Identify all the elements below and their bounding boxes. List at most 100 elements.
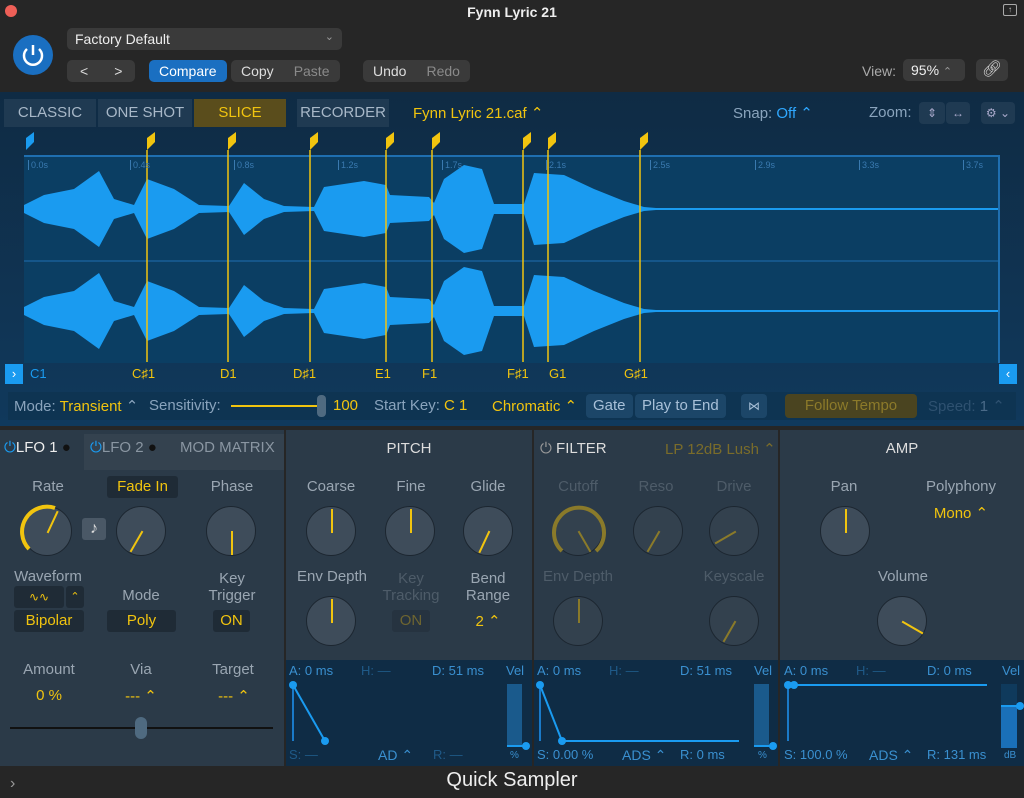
- fade-in-knob[interactable]: [116, 506, 166, 556]
- slice-marker-flag[interactable]: [548, 132, 556, 150]
- prev-preset-button[interactable]: <: [67, 60, 101, 82]
- compare-button[interactable]: Compare: [149, 60, 227, 82]
- time-tick: 1.2s: [338, 160, 358, 170]
- sensitivity-value: 100: [333, 397, 359, 414]
- chevron-right-icon: ›: [11, 366, 17, 381]
- undo-button[interactable]: Undo: [363, 60, 416, 82]
- sample-file-select[interactable]: Fynn Lyric 21.caf ⌃: [413, 104, 543, 122]
- stepper-icon: ⌃: [125, 398, 139, 415]
- bend-range-select[interactable]: 2 ⌃: [464, 612, 512, 630]
- slice-marker-flag[interactable]: [147, 132, 155, 150]
- polarity-select[interactable]: Bipolar: [14, 610, 84, 632]
- gate-button[interactable]: Gate: [586, 394, 633, 418]
- fade-in-button[interactable]: Fade In: [107, 476, 178, 498]
- pan-knob[interactable]: [820, 506, 870, 556]
- expand-right-button[interactable]: ‹: [999, 364, 1017, 384]
- view-zoom-select[interactable]: 95% ⌃: [903, 59, 965, 81]
- slice-controls: Mode: Transient ⌃ Sensitivity: 100 Start…: [8, 392, 1016, 420]
- zoom-vertical-icon: ⇕: [926, 106, 938, 120]
- slice-marker-flag[interactable]: [432, 132, 440, 150]
- mode-value: Transient: [59, 398, 122, 415]
- preset-dropdown[interactable]: Factory Default ⌄: [67, 28, 342, 50]
- settings-button[interactable]: ⚙ ⌄: [981, 102, 1015, 124]
- polyphony-label: Polyphony: [925, 478, 997, 495]
- target-select[interactable]: --- ⌃: [208, 687, 260, 705]
- filter-env-depth-label: Env Depth: [542, 568, 614, 585]
- polyphony-select[interactable]: Mono ⌃: [918, 504, 1004, 522]
- power-icon: [22, 45, 44, 66]
- tab-mod-matrix[interactable]: MOD MATRIX: [180, 439, 275, 456]
- tab-one-shot[interactable]: ONE SHOT: [98, 99, 192, 127]
- time-tick: 3.7s: [963, 160, 983, 170]
- key-trigger-toggle[interactable]: ON: [213, 610, 250, 632]
- pitch-envelope[interactable]: A: 0 ms H: — D: 51 ms Vel S: — AD ⌃ R: —…: [286, 660, 532, 766]
- volume-label: Volume: [877, 568, 929, 585]
- lfo-mode-select[interactable]: Poly: [107, 610, 176, 632]
- power-button[interactable]: [13, 35, 53, 75]
- link-button[interactable]: 🔗︎: [976, 59, 1008, 81]
- phase-knob[interactable]: [206, 506, 256, 556]
- drive-knob[interactable]: [709, 506, 759, 556]
- sensitivity-slider[interactable]: [231, 405, 323, 407]
- sensitivity-label: Sensitivity:: [149, 397, 221, 414]
- reverse-button[interactable]: ⋈: [741, 394, 767, 418]
- bowtie-icon: ⋈: [748, 399, 760, 413]
- start-key-select[interactable]: Start Key: C 1: [374, 397, 467, 414]
- follow-tempo-button[interactable]: Follow Tempo: [785, 394, 917, 418]
- rate-knob[interactable]: [20, 504, 72, 556]
- zoom-vertical-button[interactable]: ⇕: [919, 102, 945, 124]
- slice-mode-select[interactable]: Mode: Transient ⌃: [14, 397, 138, 415]
- window-title: Fynn Lyric 21: [467, 4, 557, 20]
- filter-type-select[interactable]: LP 12dB Lush ⌃: [665, 440, 776, 458]
- waveform-stepper[interactable]: ⌃: [66, 586, 84, 608]
- knob-pointer: [646, 530, 661, 553]
- fine-knob[interactable]: [385, 506, 435, 556]
- sync-note-button[interactable]: ♪: [82, 518, 106, 540]
- cutoff-knob[interactable]: [552, 505, 606, 556]
- next-preset-button[interactable]: >: [101, 60, 135, 82]
- tab-classic[interactable]: CLASSIC: [4, 99, 96, 127]
- slice-marker-flag[interactable]: [228, 132, 236, 150]
- volume-knob[interactable]: [877, 596, 927, 646]
- filter-envelope[interactable]: A: 0 ms H: — D: 51 ms Vel S: 0.00 % ADS …: [534, 660, 778, 766]
- sensitivity-slider-handle[interactable]: [317, 395, 326, 417]
- expand-left-button[interactable]: ›: [5, 364, 23, 384]
- amp-envelope[interactable]: A: 0 ms H: — D: 0 ms Vel S: 100.0 % ADS …: [780, 660, 1024, 766]
- note-icon: ♪: [90, 520, 98, 537]
- slice-marker-flag[interactable]: [640, 132, 648, 150]
- redo-button[interactable]: Redo: [416, 60, 469, 82]
- copy-button[interactable]: Copy: [231, 60, 284, 82]
- zoom-horizontal-button[interactable]: ↔: [946, 102, 970, 124]
- paste-button[interactable]: Paste: [284, 60, 340, 82]
- keyscale-knob[interactable]: [709, 596, 759, 646]
- tab-lfo1[interactable]: ⏻LFO 1 ●: [4, 439, 71, 456]
- key-tracking-toggle[interactable]: ON: [392, 610, 430, 632]
- bend-range-label: Bend Range: [465, 570, 511, 604]
- tab-slice[interactable]: SLICE: [194, 99, 286, 127]
- slice-marker-flag[interactable]: [523, 132, 531, 150]
- filter-power-icon[interactable]: ⏻: [540, 440, 552, 457]
- amount-slider-handle[interactable]: [135, 717, 147, 739]
- time-tick: 2.1s: [546, 160, 566, 170]
- coarse-knob[interactable]: [306, 506, 356, 556]
- tab-recorder[interactable]: RECORDER: [297, 99, 389, 127]
- filter-env-depth-knob[interactable]: [553, 596, 603, 646]
- pan-label: Pan: [830, 478, 858, 495]
- slice-marker-flag[interactable]: [310, 132, 318, 150]
- slice-marker-flag[interactable]: [26, 132, 34, 150]
- via-select[interactable]: --- ⌃: [115, 687, 167, 705]
- glide-knob[interactable]: [463, 506, 513, 556]
- play-to-end-button[interactable]: Play to End: [635, 394, 726, 418]
- tab-lfo2[interactable]: ⏻LFO 2 ●: [90, 439, 157, 456]
- slice-marker-flag[interactable]: [386, 132, 394, 150]
- pitch-env-depth-knob[interactable]: [306, 596, 356, 646]
- slice-key-label: G1: [549, 366, 567, 381]
- expand-icon[interactable]: ↑: [1003, 4, 1017, 16]
- waveform-select[interactable]: ∿∿: [14, 586, 64, 608]
- plugin-name: Quick Sampler: [446, 769, 578, 791]
- reso-knob[interactable]: [633, 506, 683, 556]
- snap-select[interactable]: Snap: Off ⌃: [733, 104, 813, 122]
- scale-select[interactable]: Chromatic ⌃: [492, 397, 577, 415]
- start-key-value: C 1: [444, 397, 468, 414]
- speed-select[interactable]: Speed: 1 ⌃: [928, 397, 1005, 415]
